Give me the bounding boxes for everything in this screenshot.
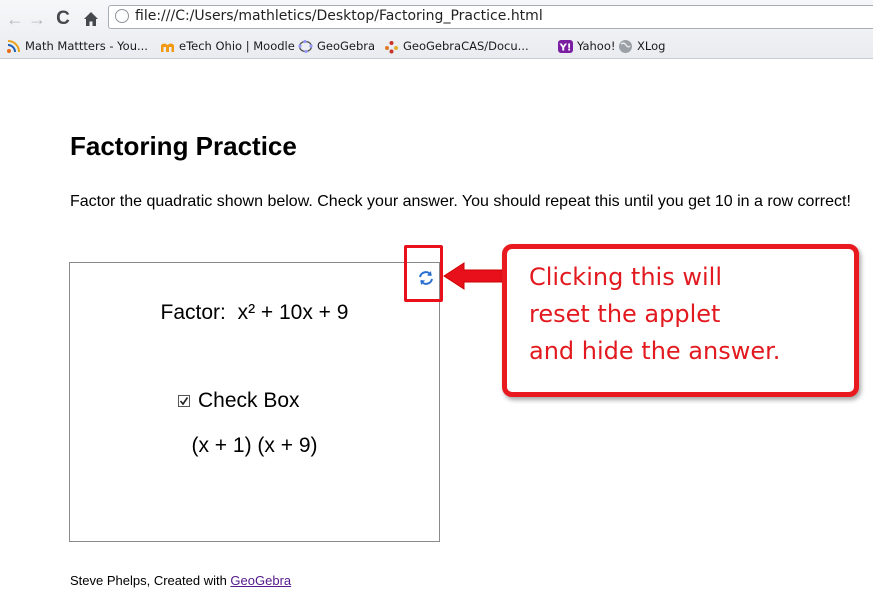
moodle-icon — [160, 39, 175, 54]
bookmark-yahoo[interactable]: Y! Yahoo! — [558, 37, 615, 55]
bookmark-math-matters[interactable]: Math Mattters - You... — [6, 37, 148, 55]
bookmark-geogebra[interactable]: GeoGebra — [298, 37, 375, 55]
forward-arrow-icon[interactable]: → — [26, 8, 48, 30]
factor-label: Factor: — [160, 301, 226, 324]
callout-arrow — [443, 262, 505, 290]
globe-icon — [618, 39, 633, 54]
bookmark-label: XLog — [637, 39, 666, 53]
callout-line-3: and hide the answer. — [529, 337, 781, 365]
quadratic-expression: x² + 10x + 9 — [237, 301, 349, 324]
svg-text:Y!: Y! — [559, 42, 572, 53]
cas-icon — [384, 39, 399, 54]
checkbox-label: Check Box — [198, 389, 300, 412]
geogebra-link[interactable]: GeoGebra — [230, 573, 291, 588]
bookmark-label: GeoGebra — [317, 39, 376, 53]
page-content: Factoring Practice Factor the quadratic … — [0, 59, 873, 613]
reset-highlight-box — [404, 245, 443, 302]
page-icon — [115, 9, 129, 23]
yahoo-icon: Y! — [558, 39, 573, 54]
geogebra-applet[interactable]: Factor: x² + 10x + 9 Check Box (x + 1) (… — [69, 262, 440, 542]
page-title: Factoring Practice — [70, 131, 297, 161]
geogebra-icon — [298, 39, 313, 54]
bookmark-xlog[interactable]: XLog — [618, 37, 665, 55]
address-bar[interactable]: file:///C:/Users/mathletics/Desktop/Fact… — [108, 5, 873, 29]
factored-answer: (x + 1) (x + 9) — [191, 434, 318, 457]
back-arrow-icon[interactable]: ← — [4, 8, 26, 30]
annotation-callout: Clicking this will reset the applet and … — [502, 244, 859, 397]
instructions-text: Factor the quadratic shown below. Check … — [70, 193, 851, 210]
bookmarks-bar: Math Mattters - You... eTech Ohio | Mood… — [0, 34, 873, 58]
rss-icon — [6, 39, 21, 54]
checkbox[interactable] — [178, 395, 190, 407]
bookmark-etech-moodle[interactable]: eTech Ohio | Moodle — [160, 37, 295, 55]
bookmark-label: GeoGebraCAS/Docu... — [403, 39, 529, 53]
footer-text: Steve Phelps, Created with — [70, 573, 231, 588]
check-box-toggle[interactable]: Check Box — [178, 389, 300, 413]
bookmark-label: Math Mattters - You... — [25, 39, 148, 53]
address-url[interactable]: file:///C:/Users/mathletics/Desktop/Fact… — [135, 8, 543, 24]
bookmark-geogebracas[interactable]: GeoGebraCAS/Docu... — [384, 37, 529, 55]
bookmark-label: eTech Ohio | Moodle — [179, 39, 295, 53]
factor-expression: Factor: x² + 10x + 9 — [70, 301, 439, 325]
home-icon[interactable] — [80, 8, 102, 30]
footer-credit: Steve Phelps, Created with GeoGebra — [70, 573, 291, 588]
bookmark-label: Yahoo! — [577, 39, 616, 53]
callout-line-2: reset the applet — [529, 300, 721, 328]
browser-toolbar: ← → C file:///C:/Users/mathletics/Deskto… — [0, 0, 873, 59]
reload-icon[interactable]: C — [52, 8, 74, 30]
callout-line-1: Clicking this will — [529, 263, 722, 291]
